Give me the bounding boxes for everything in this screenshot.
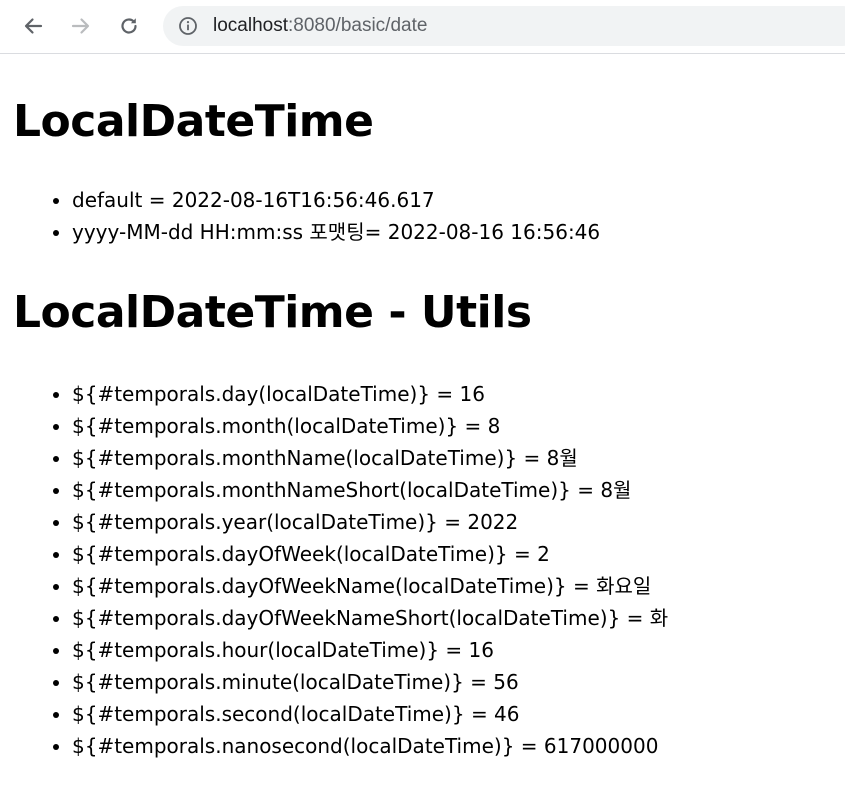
- url-host: localhost: [213, 15, 288, 36]
- list-item: yyyy-MM-dd HH:mm:ss 포맷팅= 2022-08-16 16:5…: [72, 216, 600, 248]
- reload-icon: [121, 18, 137, 34]
- url-text[interactable]: localhost:8080/basic/date: [213, 6, 427, 46]
- info-icon[interactable]: [178, 16, 198, 36]
- list-item: ${#temporals.day(localDateTime)} = 16: [72, 378, 668, 410]
- list-item: ${#temporals.month(localDateTime)} = 8: [72, 410, 668, 442]
- list-item: ${#temporals.monthNameShort(localDateTim…: [72, 474, 668, 506]
- list-item: ${#temporals.dayOfWeek(localDateTime)} =…: [72, 538, 668, 570]
- address-bar[interactable]: localhost:8080/basic/date: [163, 6, 845, 46]
- page-content: LocalDateTime default = 2022-08-16T16:56…: [0, 54, 845, 790]
- list-item: ${#temporals.nanosecond(localDateTime)} …: [72, 730, 668, 762]
- list-item: ${#temporals.hour(localDateTime)} = 16: [72, 634, 668, 666]
- url-path: :8080/basic/date: [288, 15, 428, 36]
- forward-button[interactable]: [65, 10, 97, 42]
- list-item: ${#temporals.year(localDateTime)} = 2022: [72, 506, 668, 538]
- section-title-localdatetime: LocalDateTime: [13, 96, 374, 147]
- section-title-utils: LocalDateTime - Utils: [13, 287, 532, 338]
- localdatetime-list: default = 2022-08-16T16:56:46.617 yyyy-M…: [0, 184, 600, 248]
- reload-button[interactable]: [113, 10, 145, 42]
- list-item: ${#temporals.monthName(localDateTime)} =…: [72, 442, 668, 474]
- list-item: ${#temporals.second(localDateTime)} = 46: [72, 698, 668, 730]
- list-item: default = 2022-08-16T16:56:46.617: [72, 184, 600, 216]
- list-item: ${#temporals.dayOfWeekNameShort(localDat…: [72, 602, 668, 634]
- back-button[interactable]: [17, 10, 49, 42]
- list-item: ${#temporals.dayOfWeekName(localDateTime…: [72, 570, 668, 602]
- list-item: ${#temporals.minute(localDateTime)} = 56: [72, 666, 668, 698]
- utils-list: ${#temporals.day(localDateTime)} = 16 ${…: [0, 378, 668, 762]
- browser-toolbar: localhost:8080/basic/date: [0, 0, 845, 54]
- arrow-left-icon: [24, 18, 43, 34]
- arrow-right-icon: [71, 18, 90, 34]
